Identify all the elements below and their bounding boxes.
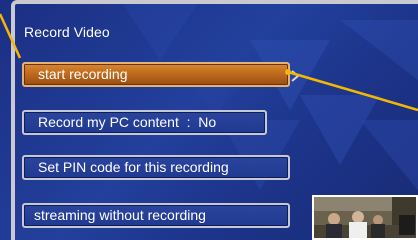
chevron-right-icon	[291, 70, 300, 82]
start-recording-button[interactable]: start recording	[22, 62, 300, 87]
record-pc-content-toggle[interactable]: Record my PC content : No	[22, 110, 267, 135]
menu-item-label: Record my PC content : No	[38, 114, 217, 130]
video-thumbnail	[312, 195, 418, 240]
streaming-without-recording-button[interactable]: streaming without recording	[22, 203, 290, 228]
set-pin-code-button[interactable]: Set PIN code for this recording	[22, 155, 290, 180]
record-video-screen: Record Video start recording Record my P…	[0, 0, 418, 240]
screen-title: Record Video	[24, 24, 110, 40]
menu-item-label: start recording	[38, 66, 128, 82]
menu-item-label: Set PIN code for this recording	[38, 159, 229, 175]
menu-item-label: streaming without recording	[34, 207, 206, 223]
